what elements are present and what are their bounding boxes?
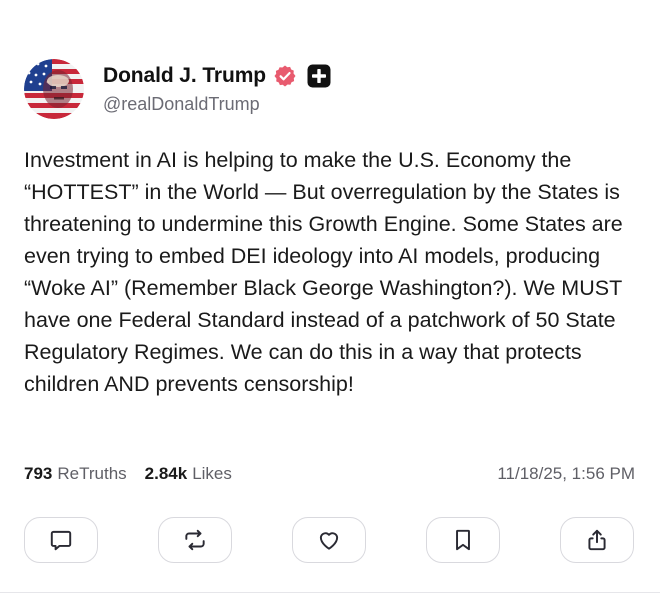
retruths-count: 793 [24,464,53,483]
likes-label: Likes [192,464,232,483]
retruths-stat[interactable]: 793 ReTruths [24,464,127,484]
bookmark-icon [450,527,476,553]
comment-icon [48,527,74,553]
bookmark-button[interactable] [426,517,500,563]
reply-button[interactable] [24,517,98,563]
heart-icon [316,527,342,553]
likes-count: 2.84k [144,464,188,483]
retruth-button[interactable] [158,517,232,563]
author-header: Donald J. Trump [103,63,331,89]
post-stats: 793 ReTruths 2.84k Likes [24,464,232,484]
avatar[interactable] [24,59,84,119]
retruths-label: ReTruths [57,464,127,483]
user-handle[interactable]: @realDonaldTrump [103,94,260,115]
bottom-divider [0,592,660,593]
avatar-image [24,59,84,119]
post-timestamp: 11/18/25, 1:56 PM [497,464,635,483]
post-text: Investment in AI is helping to make the … [24,148,623,396]
action-bar [24,517,636,565]
share-icon [584,527,610,553]
verified-badge-icon [273,64,297,88]
plus-badge-icon [307,64,331,88]
display-name[interactable]: Donald J. Trump [103,64,266,88]
like-button[interactable] [292,517,366,563]
likes-stat[interactable]: 2.84k Likes [145,464,232,484]
share-button[interactable] [560,517,634,563]
repost-icon [182,527,208,553]
